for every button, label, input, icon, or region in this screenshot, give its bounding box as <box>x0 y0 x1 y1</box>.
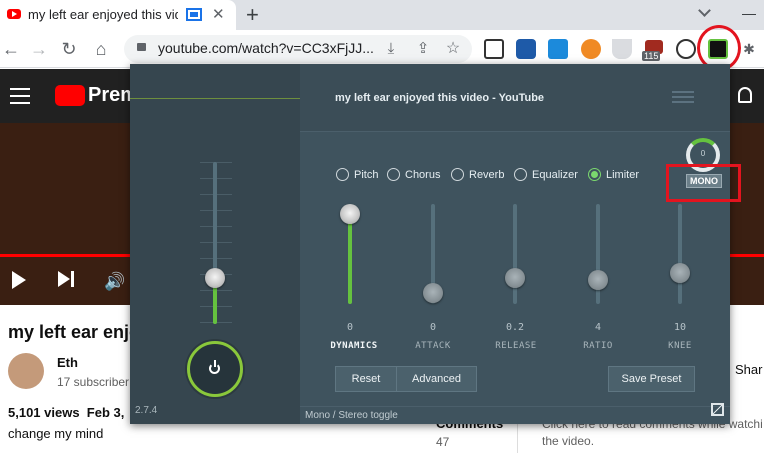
popup-title: my left ear enjoyed this video - YouTube <box>335 92 545 104</box>
knee-label: KNEE <box>668 341 692 351</box>
volume-knob[interactable] <box>205 268 225 288</box>
play-icon[interactable] <box>12 271 26 289</box>
next-icon-bar <box>71 271 74 287</box>
puzzle-extensions-icon[interactable]: ✱ <box>738 38 760 60</box>
radio-dot <box>451 168 464 181</box>
forward-icon[interactable]: → <box>28 38 50 60</box>
dynamics-fill <box>348 214 352 304</box>
comment-hint-line-2[interactable]: the video. <box>542 434 594 448</box>
ratio-label: RATIO <box>583 341 613 351</box>
orange-extension-icon[interactable] <box>581 39 601 59</box>
ratio-knob[interactable] <box>588 270 608 290</box>
close-tab-icon[interactable]: ✕ <box>212 5 225 23</box>
popup-menu-icon-mid <box>672 96 694 98</box>
dynamics-value: 0 <box>346 322 354 333</box>
notifications-icon[interactable] <box>738 87 752 103</box>
knee-value: 10 <box>673 322 687 333</box>
knee-knob[interactable] <box>670 263 690 283</box>
effect-radio-reverb[interactable]: Reverb <box>451 168 504 181</box>
effect-label: Equalizer <box>532 168 578 181</box>
release-label: RELEASE <box>495 341 537 351</box>
volume-header-line <box>130 98 300 99</box>
power-icon-bar <box>214 360 216 367</box>
next-icon[interactable] <box>58 271 70 287</box>
pip-extension-icon[interactable] <box>548 39 568 59</box>
footer-divider <box>300 406 730 407</box>
reload-icon[interactable]: ↻ <box>58 38 80 60</box>
effect-radio-limiter[interactable]: Limiter <box>588 168 639 181</box>
video-description: change my mind <box>8 426 104 441</box>
effect-radio-equalizer[interactable]: Equalizer <box>514 168 578 181</box>
tab-title: my left ear enjoyed this video - YouTube <box>28 7 178 22</box>
advanced-button[interactable]: Advanced <box>396 366 477 392</box>
release-track[interactable] <box>513 204 517 304</box>
effect-label: Chorus <box>405 168 441 181</box>
dynamics-label: DYNAMICS <box>330 341 378 351</box>
extension-badge: 115 <box>642 51 661 61</box>
attack-value: 0 <box>429 322 437 333</box>
download-extension-icon[interactable] <box>676 39 696 59</box>
release-knob[interactable] <box>505 268 525 288</box>
reader-extension-icon[interactable] <box>484 39 504 59</box>
share-button[interactable]: Shar <box>735 362 762 377</box>
youtube-logo-icon[interactable] <box>55 85 85 106</box>
radio-dot <box>514 168 527 181</box>
attack-knob[interactable] <box>423 283 443 303</box>
subscriber-count: 17 subscriber <box>57 375 130 389</box>
effect-radio-chorus[interactable]: Chorus <box>387 168 440 181</box>
new-tab-button[interactable]: + <box>246 2 259 28</box>
menu-icon-middle <box>10 95 30 97</box>
radio-dot <box>336 168 349 181</box>
effect-label: Reverb <box>469 168 505 181</box>
video-title: my left ear enjo <box>8 322 141 342</box>
home-icon[interactable]: ⌂ <box>90 38 112 60</box>
channel-name[interactable]: Eth <box>57 355 78 370</box>
reset-button[interactable]: Reset <box>335 366 397 392</box>
search-extension-icon[interactable] <box>516 39 536 59</box>
footer-hint: Mono / Stereo toggle <box>305 410 398 421</box>
back-icon[interactable]: ← <box>0 38 22 60</box>
install-icon[interactable]: ⤓ <box>380 38 402 60</box>
dynamics-knob[interactable] <box>340 204 360 224</box>
fullscreen-toggle-icon[interactable] <box>711 403 724 416</box>
media-playing-icon[interactable] <box>186 8 202 21</box>
mono-highlight <box>666 164 741 202</box>
minimize-icon[interactable] <box>742 14 756 15</box>
view-stats: 5,101 views Feb 3, <box>8 405 125 420</box>
radio-dot-selected <box>588 168 601 181</box>
effect-label: Pitch <box>354 168 379 181</box>
shield-extension-icon[interactable] <box>612 39 632 59</box>
knee-track[interactable] <box>678 204 682 304</box>
release-value: 0.2 <box>505 322 525 333</box>
comments-count: 47 <box>436 435 450 449</box>
volume-icon[interactable]: 🔊 <box>104 272 125 292</box>
lock-icon[interactable] <box>137 43 146 51</box>
save-preset-button[interactable]: Save Preset <box>608 366 695 392</box>
dial-value: 0 <box>700 149 706 158</box>
effect-radio-pitch[interactable]: Pitch <box>336 168 378 181</box>
attack-label: ATTACK <box>415 341 451 351</box>
effect-label: Limiter <box>606 168 640 181</box>
version-label: 2.7.4 <box>135 405 158 416</box>
ratio-value: 4 <box>594 322 602 333</box>
channel-avatar[interactable] <box>8 353 44 389</box>
url-text[interactable]: youtube.com/watch?v=CC3xFjJJ... <box>158 40 374 56</box>
bookmark-star-icon[interactable]: ☆ <box>442 38 464 60</box>
radio-dot <box>387 168 400 181</box>
youtube-favicon-icon <box>7 9 21 19</box>
share-icon[interactable]: ⇪ <box>412 38 434 60</box>
